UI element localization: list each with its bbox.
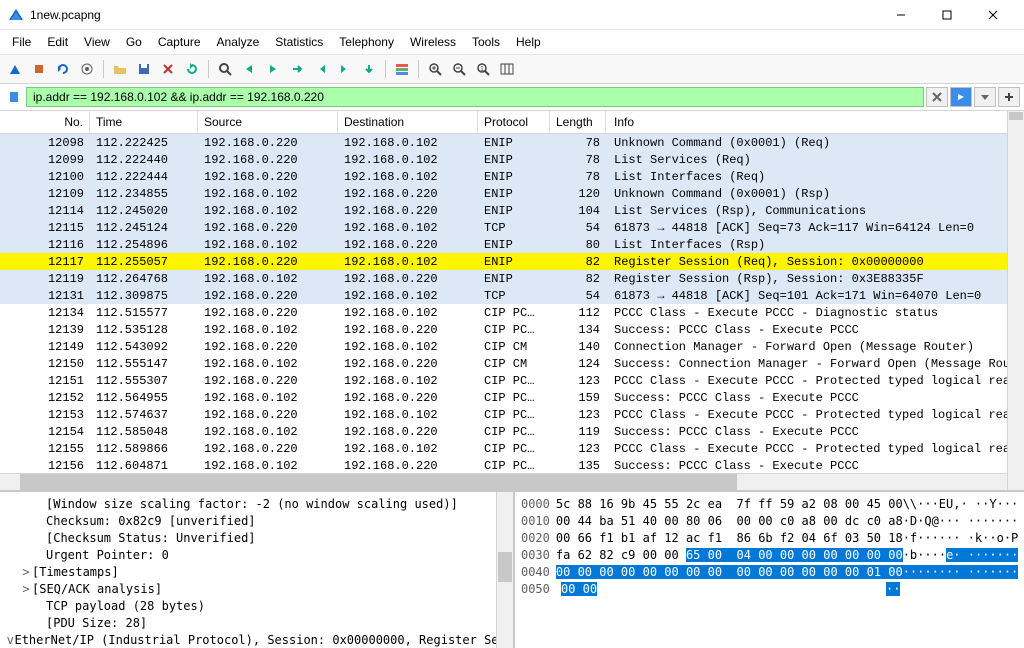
menubar: File Edit View Go Capture Analyze Statis… bbox=[0, 30, 1024, 55]
menu-statistics[interactable]: Statistics bbox=[267, 32, 331, 52]
packet-row[interactable]: 12131112.309875192.168.0.220192.168.0.10… bbox=[0, 287, 1024, 304]
packet-row[interactable]: 12119112.264768192.168.0.102192.168.0.22… bbox=[0, 270, 1024, 287]
go-to-packet-icon[interactable] bbox=[286, 58, 308, 80]
menu-view[interactable]: View bbox=[76, 32, 118, 52]
window-title: 1new.pcapng bbox=[30, 8, 878, 22]
col-destination[interactable]: Destination bbox=[338, 111, 478, 133]
close-file-icon[interactable] bbox=[157, 58, 179, 80]
reload-icon[interactable] bbox=[181, 58, 203, 80]
menu-help[interactable]: Help bbox=[508, 32, 549, 52]
packet-row[interactable]: 12151112.555307192.168.0.220192.168.0.10… bbox=[0, 372, 1024, 389]
packet-row[interactable]: 12114112.245020192.168.0.102192.168.0.22… bbox=[0, 202, 1024, 219]
go-back-icon[interactable] bbox=[238, 58, 260, 80]
svg-text:1: 1 bbox=[480, 66, 484, 73]
packet-bytes-pane[interactable]: 00005c 88 16 9b 45 55 2c ea 7f ff 59 a2 … bbox=[515, 492, 1024, 648]
capture-options-icon[interactable] bbox=[76, 58, 98, 80]
find-packet-icon[interactable] bbox=[214, 58, 236, 80]
bottom-panes: [Window size scaling factor: -2 (no wind… bbox=[0, 490, 1024, 648]
menu-analyze[interactable]: Analyze bbox=[209, 32, 268, 52]
restart-capture-icon[interactable] bbox=[52, 58, 74, 80]
autoscroll-icon[interactable] bbox=[358, 58, 380, 80]
packet-row[interactable]: 12099112.222440192.168.0.220192.168.0.10… bbox=[0, 151, 1024, 168]
detail-line[interactable]: TCP payload (28 bytes) bbox=[6, 597, 513, 614]
close-button[interactable] bbox=[970, 0, 1016, 30]
go-forward-icon[interactable] bbox=[262, 58, 284, 80]
zoom-out-icon[interactable] bbox=[448, 58, 470, 80]
packet-row[interactable]: 12109112.234855192.168.0.102192.168.0.22… bbox=[0, 185, 1024, 202]
hex-row[interactable]: 0030fa 62 82 c9 00 00 65 00 04 00 00 00 … bbox=[521, 546, 1018, 563]
col-info[interactable]: Info bbox=[606, 111, 1024, 133]
filter-apply-icon[interactable] bbox=[950, 87, 972, 107]
packet-row[interactable]: 12154112.585048192.168.0.102192.168.0.22… bbox=[0, 423, 1024, 440]
filter-recent-icon[interactable] bbox=[974, 87, 996, 107]
packet-details-pane[interactable]: [Window size scaling factor: -2 (no wind… bbox=[0, 492, 515, 648]
filter-clear-icon[interactable] bbox=[926, 87, 948, 107]
menu-go[interactable]: Go bbox=[118, 32, 150, 52]
col-source[interactable]: Source bbox=[198, 111, 338, 133]
go-first-icon[interactable] bbox=[310, 58, 332, 80]
detail-line[interactable]: [Window size scaling factor: -2 (no wind… bbox=[6, 495, 513, 512]
menu-wireless[interactable]: Wireless bbox=[402, 32, 464, 52]
menu-tools[interactable]: Tools bbox=[464, 32, 508, 52]
filter-bar bbox=[0, 84, 1024, 111]
packet-row[interactable]: 12149112.543092192.168.0.220192.168.0.10… bbox=[0, 338, 1024, 355]
col-length[interactable]: Length bbox=[550, 111, 606, 133]
packet-row[interactable]: 12117112.255057192.168.0.220192.168.0.10… bbox=[0, 253, 1024, 270]
filter-add-icon[interactable] bbox=[998, 87, 1020, 107]
packet-row[interactable]: 12152112.564955192.168.0.102192.168.0.22… bbox=[0, 389, 1024, 406]
details-vscrollbar[interactable] bbox=[496, 492, 513, 648]
packet-row[interactable]: 12153112.574637192.168.0.220192.168.0.10… bbox=[0, 406, 1024, 423]
packet-list-pane: No. Time Source Destination Protocol Len… bbox=[0, 111, 1024, 490]
hex-row[interactable]: 004000 00 00 00 00 00 00 00 00 00 00 00 … bbox=[521, 563, 1018, 580]
col-protocol[interactable]: Protocol bbox=[478, 111, 550, 133]
packet-row[interactable]: 12156112.604871192.168.0.102192.168.0.22… bbox=[0, 457, 1024, 473]
packet-row[interactable]: 12100112.222444192.168.0.220192.168.0.10… bbox=[0, 168, 1024, 185]
go-last-icon[interactable] bbox=[334, 58, 356, 80]
packet-row[interactable]: 12098112.222425192.168.0.220192.168.0.10… bbox=[0, 134, 1024, 151]
packet-row[interactable]: 12134112.515577192.168.0.220192.168.0.10… bbox=[0, 304, 1024, 321]
menu-telephony[interactable]: Telephony bbox=[331, 32, 402, 52]
hex-row[interactable]: 002000 66 f1 b1 af 12 ac f1 86 6b f2 04 … bbox=[521, 529, 1018, 546]
toolbar: 1 bbox=[0, 55, 1024, 84]
hex-row[interactable]: 005000 00·· bbox=[521, 580, 1018, 597]
start-capture-icon[interactable] bbox=[4, 58, 26, 80]
packet-row[interactable]: 12139112.535128192.168.0.102192.168.0.22… bbox=[0, 321, 1024, 338]
colorize-icon[interactable] bbox=[391, 58, 413, 80]
detail-line[interactable]: [PDU Size: 28] bbox=[6, 614, 513, 631]
detail-line[interactable]: > [SEQ/ACK analysis] bbox=[6, 580, 513, 597]
detail-line[interactable]: Checksum: 0x82c9 [unverified] bbox=[6, 512, 513, 529]
detail-line[interactable]: v EtherNet/IP (Industrial Protocol), Ses… bbox=[6, 631, 513, 648]
packet-list-hscrollbar[interactable] bbox=[0, 473, 1024, 490]
packet-list-rows[interactable]: 12098112.222425192.168.0.220192.168.0.10… bbox=[0, 134, 1024, 473]
packet-row[interactable]: 12150112.555147192.168.0.102192.168.0.22… bbox=[0, 355, 1024, 372]
detail-line[interactable]: Urgent Pointer: 0 bbox=[6, 546, 513, 563]
maximize-button[interactable] bbox=[924, 0, 970, 30]
menu-edit[interactable]: Edit bbox=[39, 32, 76, 52]
app-icon bbox=[8, 7, 24, 23]
filter-bookmark-icon[interactable] bbox=[4, 87, 24, 107]
packet-list-vscrollbar[interactable] bbox=[1007, 111, 1024, 490]
resize-columns-icon[interactable] bbox=[496, 58, 518, 80]
packet-row[interactable]: 12115112.245124192.168.0.220192.168.0.10… bbox=[0, 219, 1024, 236]
detail-line[interactable]: [Checksum Status: Unverified] bbox=[6, 529, 513, 546]
packet-row[interactable]: 12116112.254896192.168.0.102192.168.0.22… bbox=[0, 236, 1024, 253]
col-no[interactable]: No. bbox=[0, 111, 90, 133]
menu-capture[interactable]: Capture bbox=[150, 32, 209, 52]
minimize-button[interactable] bbox=[878, 0, 924, 30]
zoom-in-icon[interactable] bbox=[424, 58, 446, 80]
hex-row[interactable]: 001000 44 ba 51 40 00 80 06 00 00 c0 a8 … bbox=[521, 512, 1018, 529]
save-file-icon[interactable] bbox=[133, 58, 155, 80]
stop-capture-icon[interactable] bbox=[28, 58, 50, 80]
display-filter-input[interactable] bbox=[26, 87, 924, 107]
open-file-icon[interactable] bbox=[109, 58, 131, 80]
detail-line[interactable]: > [Timestamps] bbox=[6, 563, 513, 580]
hex-row[interactable]: 00005c 88 16 9b 45 55 2c ea 7f ff 59 a2 … bbox=[521, 495, 1018, 512]
zoom-reset-icon[interactable]: 1 bbox=[472, 58, 494, 80]
menu-file[interactable]: File bbox=[4, 32, 39, 52]
col-time[interactable]: Time bbox=[90, 111, 198, 133]
packet-list-header: No. Time Source Destination Protocol Len… bbox=[0, 111, 1024, 134]
packet-row[interactable]: 12155112.589866192.168.0.220192.168.0.10… bbox=[0, 440, 1024, 457]
titlebar: 1new.pcapng bbox=[0, 0, 1024, 30]
